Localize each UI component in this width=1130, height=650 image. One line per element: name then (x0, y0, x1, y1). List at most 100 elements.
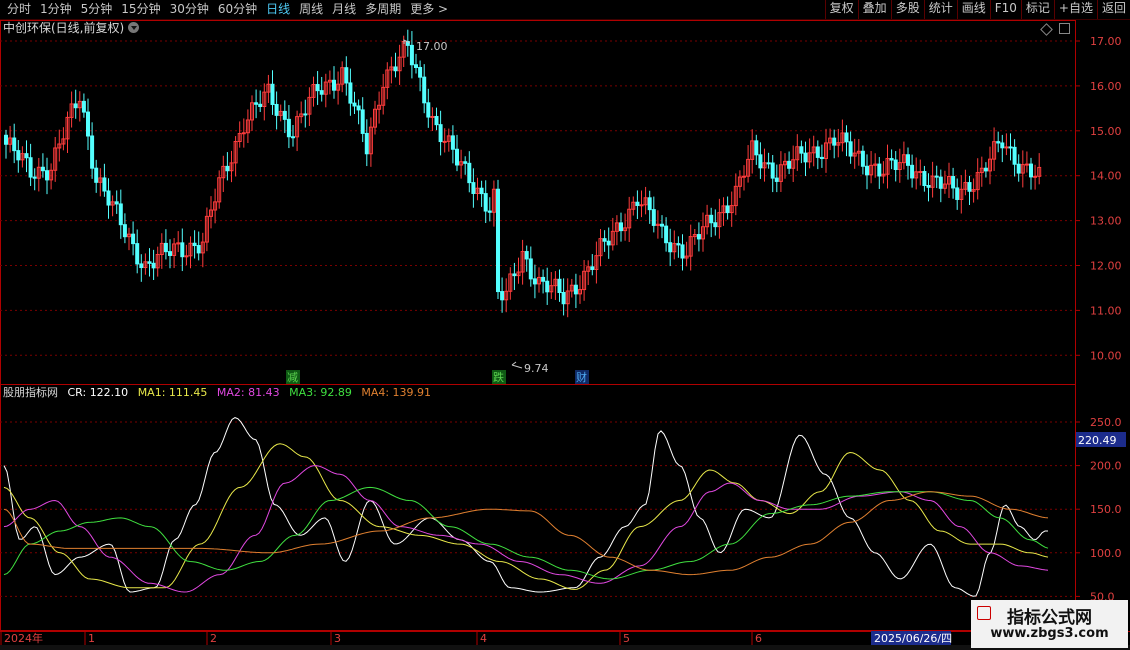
candle-body (713, 222, 718, 228)
price-tick-label: 12.00 (1090, 260, 1122, 273)
candle-body (934, 175, 939, 178)
candle-body (28, 157, 33, 178)
ma3-value: MA3: 92.89 (289, 386, 352, 399)
candle-body (131, 233, 136, 245)
candle-body (442, 140, 447, 143)
indicator-tick-label: 100.0 (1090, 547, 1122, 560)
candle-body (434, 115, 439, 126)
candle-body (455, 148, 459, 166)
candle-body (983, 167, 988, 172)
candle-body (114, 201, 119, 205)
candle-body (90, 135, 95, 169)
watermark: 指标公式网 www.zbgs3.com (971, 600, 1128, 648)
candle-body (803, 152, 808, 163)
candle-body (254, 102, 259, 105)
indicator-panel-frame (0, 384, 1076, 631)
event-marker-label[interactable]: 财 (576, 370, 587, 384)
indicator-tick-label: 200.0 (1090, 460, 1122, 473)
candle-body (951, 176, 956, 189)
candle-body (418, 66, 423, 78)
candle-body (1029, 163, 1033, 178)
cr-value: CR: 122.10 (67, 386, 129, 399)
candle-body (360, 109, 365, 134)
candle-body (303, 113, 308, 116)
low-label: 9.74 (524, 362, 549, 375)
candle-body (352, 102, 357, 107)
high-label: 17.00 (416, 40, 448, 53)
candle-body (102, 177, 107, 192)
candle-body (664, 225, 669, 244)
date-tick-label: 2 (210, 632, 217, 645)
candle-body (348, 82, 353, 104)
candle-body (799, 146, 804, 154)
candle-body (955, 187, 960, 200)
candle-body (639, 204, 644, 207)
candle-body (139, 263, 144, 269)
candle-body (918, 171, 923, 174)
candle-body (282, 110, 287, 120)
ma3-line (3, 486, 1049, 580)
candle-body (725, 205, 730, 214)
candle-body (1004, 146, 1009, 149)
candle-body (135, 243, 140, 265)
price-tick-label: 14.00 (1090, 170, 1122, 183)
event-marker-label[interactable]: 减 (287, 371, 298, 384)
candle-body (832, 137, 837, 146)
candle-body (291, 136, 295, 139)
candle-body (118, 203, 123, 226)
candle-body (151, 262, 156, 269)
price-tick-label: 16.00 (1090, 80, 1122, 93)
candle-body (877, 163, 882, 177)
candle-body (865, 165, 869, 176)
watermark-title: 指标公式网 (1007, 608, 1092, 628)
candle-body (860, 150, 865, 167)
candle-body (819, 156, 824, 160)
candle-body (545, 280, 550, 293)
candle-body (184, 255, 189, 258)
candle-body (487, 210, 492, 213)
current-value-label: 220.49 (1078, 434, 1117, 447)
candle-body (660, 223, 664, 227)
candle-body (561, 292, 566, 305)
candle-body (315, 84, 320, 92)
candle-body (926, 185, 931, 188)
candle-body (32, 176, 37, 179)
event-marker-label[interactable]: 跌 (493, 370, 504, 384)
candle-body (344, 67, 349, 84)
date-tick-label: 3 (334, 632, 341, 645)
candle-body (709, 214, 714, 224)
candle-body (163, 242, 168, 253)
candle-body (73, 103, 78, 109)
low-marker (511, 361, 523, 369)
candle-body (422, 76, 427, 104)
candle-body (147, 261, 152, 264)
candle-body (938, 176, 943, 189)
candles (4, 29, 1042, 318)
price-tick-label: 17.00 (1090, 35, 1122, 48)
candle-body (192, 242, 197, 247)
candle-body (430, 115, 435, 118)
ma2-line (3, 465, 1049, 593)
candle-body (676, 243, 681, 246)
candle-body (496, 188, 500, 293)
date-tick-label: 2024年 (4, 631, 43, 645)
candle-body (606, 240, 611, 246)
candle-body (996, 141, 1001, 144)
candle-body (635, 201, 640, 206)
cr-line (3, 417, 1048, 597)
price-tick-label: 10.00 (1090, 349, 1122, 362)
candlestick-chart[interactable]: 17.00 16.00 15.00 14.00 13.00 12.00 11.00 10.00… (0, 0, 1130, 650)
candle-body (602, 238, 607, 242)
candle-body (24, 153, 29, 159)
candle-body (844, 132, 849, 143)
indicator-tick-label: 250.0 (1090, 416, 1122, 429)
candle-body (483, 193, 488, 212)
candle-body (680, 244, 685, 259)
candle-body (770, 162, 775, 179)
candle-body (668, 242, 673, 253)
candle-body (512, 273, 517, 277)
candle-body (1033, 175, 1038, 178)
indicator-header: 股朋指标网 CR: 122.10 MA1: 111.45 MA2: 81.43 … (3, 386, 437, 400)
candle-body (450, 135, 455, 150)
candle-body (967, 182, 972, 192)
